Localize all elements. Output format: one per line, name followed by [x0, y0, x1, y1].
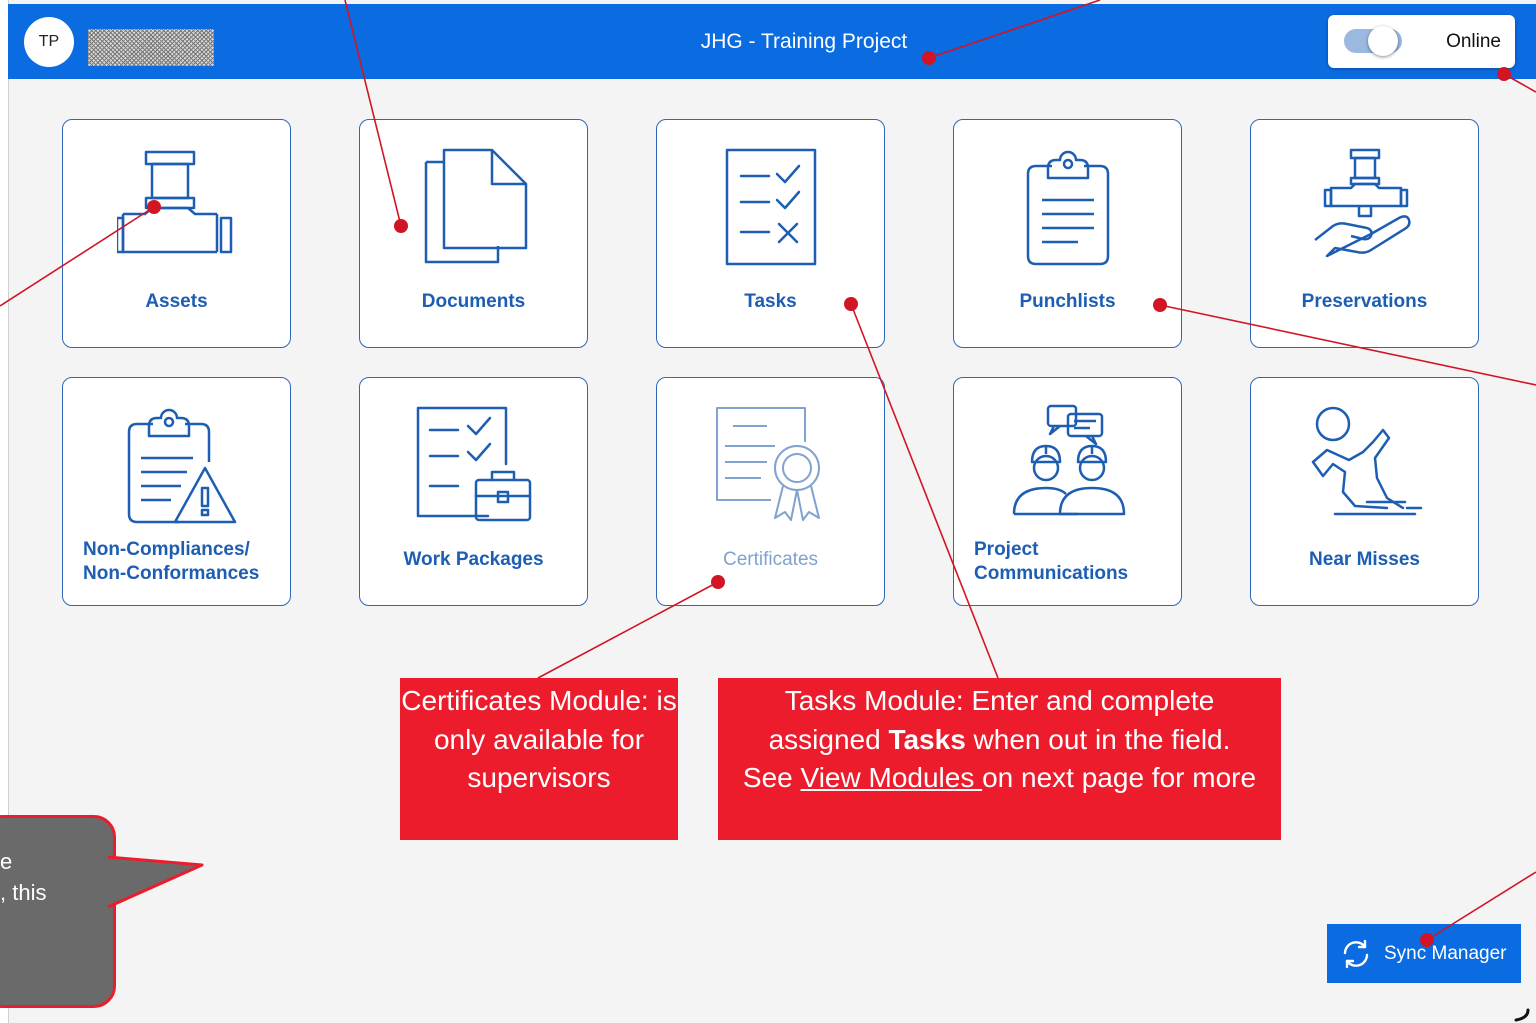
documents-icon: [424, 148, 528, 264]
online-status-toggle[interactable]: Online: [1328, 15, 1515, 68]
redacted-username: [88, 29, 214, 66]
module-label: Certificates: [722, 549, 819, 570]
certificates-callout-text: Certificates Module: is only available f…: [401, 685, 677, 793]
module-label: Assets: [145, 291, 208, 312]
module-documents[interactable]: Documents: [359, 119, 588, 348]
project-title: JHG - Training Project: [700, 30, 908, 53]
sync-icon: [1343, 939, 1369, 969]
module-label: Documents: [421, 291, 526, 312]
tasks-callout-part: on next page for more: [982, 762, 1257, 793]
clipboard-icon: [1026, 150, 1110, 266]
module-project-communications[interactable]: Project Communications: [953, 377, 1182, 606]
certificate-icon: [716, 407, 820, 521]
speech-text-line: , this: [0, 880, 47, 905]
module-punchlists[interactable]: Punchlists: [953, 119, 1182, 348]
checklist-icon: [725, 148, 817, 266]
speech-bubble-text: e , this: [0, 846, 46, 908]
user-avatar[interactable]: TP: [24, 17, 74, 67]
avatar-initials: TP: [38, 33, 60, 50]
status-label: Online: [1446, 31, 1501, 52]
module-assets[interactable]: Assets: [62, 119, 291, 348]
module-label: Punchlists: [1019, 291, 1116, 312]
module-label: Tasks: [744, 291, 797, 312]
module-label: Non-Compliances/ Non-Conformances: [83, 539, 260, 584]
sync-manager-button[interactable]: Sync Manager: [1327, 924, 1521, 983]
toggle-knob: [1368, 26, 1398, 56]
module-near-misses[interactable]: Near Misses: [1250, 377, 1479, 606]
hand-pipe-icon: [1314, 148, 1411, 258]
module-label: Near Misses: [1309, 549, 1420, 570]
workers-chat-icon: [1012, 404, 1126, 516]
certificates-callout: Certificates Module: is only available f…: [400, 678, 678, 840]
toggle-switch[interactable]: [1344, 26, 1402, 56]
pipe-fitting-icon: [117, 150, 233, 254]
tasks-callout-text: Tasks Module: Enter and complete assigne…: [718, 678, 1281, 798]
view-modules-link[interactable]: View Modules: [801, 762, 983, 793]
module-certificates[interactable]: Certificates: [656, 377, 885, 606]
speech-text-line: e: [0, 849, 13, 874]
module-label: Preservations: [1301, 291, 1428, 312]
module-tasks[interactable]: Tasks: [656, 119, 885, 348]
module-non-compliances[interactable]: Non-Compliances/ Non-Conformances: [62, 377, 291, 606]
slip-fall-icon: [1311, 406, 1423, 516]
checklist-briefcase-icon: [416, 406, 532, 522]
sync-manager-label: Sync Manager: [1384, 943, 1507, 964]
tasks-callout: Tasks Module: Enter and complete assigne…: [718, 678, 1281, 840]
clipboard-warning-icon: [127, 408, 237, 524]
tasks-callout-bold: Tasks: [888, 723, 966, 755]
speech-bubble-tail: [107, 855, 204, 909]
module-preservations[interactable]: Preservations: [1250, 119, 1479, 348]
module-work-packages[interactable]: Work Packages: [359, 377, 588, 606]
speech-bubble: [0, 815, 116, 1008]
module-label: Project Communications: [974, 539, 1129, 584]
module-label: Work Packages: [403, 549, 544, 570]
